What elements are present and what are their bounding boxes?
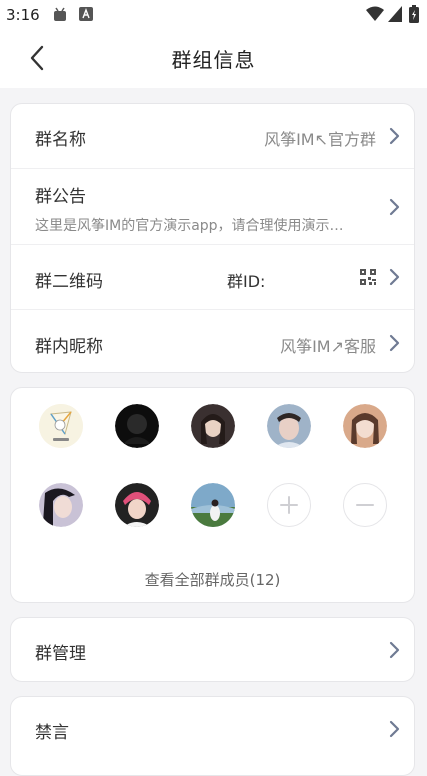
group-qrcode-label: 群二维码 (35, 272, 103, 292)
chevron-right-icon (389, 641, 400, 659)
member-avatar-3[interactable] (191, 404, 235, 448)
mute-card: 禁言 (10, 696, 415, 776)
member-avatar-1[interactable] (39, 404, 83, 448)
avatar-image (191, 404, 235, 448)
member-avatar-5[interactable] (343, 404, 387, 448)
member-avatar-7[interactable] (115, 483, 159, 527)
avatar-image (115, 483, 159, 527)
group-info-card: 群名称 风筝IM↖官方群 群公告 这里是风筝IM的官方演示app，请合理使用演示… (10, 103, 415, 373)
group-manage-label: 群管理 (35, 644, 86, 664)
wifi-icon (366, 6, 384, 21)
group-name-row[interactable]: 群名称 风筝IM↖官方群 (11, 104, 414, 168)
mute-row[interactable]: 禁言 (11, 697, 414, 760)
member-avatar-6[interactable] (39, 483, 83, 527)
kite-logo-icon (39, 404, 83, 448)
status-time: 3:16 (6, 6, 40, 24)
avatar-image (267, 404, 311, 448)
group-name-value: 风筝IM↖官方群 (264, 130, 376, 149)
app-header: 群组信息 (0, 30, 427, 88)
status-bar: 3:16 (0, 0, 427, 30)
group-name-label: 群名称 (35, 130, 86, 150)
plus-icon (280, 496, 298, 514)
group-nickname-value: 风筝IM↗客服 (280, 337, 376, 356)
cell-signal-icon (388, 6, 402, 22)
view-all-members-link[interactable]: 查看全部群成员(12) (11, 569, 414, 590)
member-avatar-8[interactable] (191, 483, 235, 527)
mute-label: 禁言 (35, 723, 69, 743)
notification-a-icon (79, 7, 93, 21)
chevron-right-icon (389, 198, 400, 216)
avatar-image (115, 404, 159, 448)
group-notice-label: 群公告 (35, 187, 86, 207)
group-id-label: 群ID: (227, 272, 266, 291)
group-notice-text: 这里是风筝IM的官方演示app，请合理使用演示… (35, 218, 344, 234)
member-avatar-4[interactable] (267, 404, 311, 448)
page-title: 群组信息 (171, 48, 256, 72)
member-avatar-2[interactable] (115, 404, 159, 448)
minus-icon (356, 504, 374, 506)
avatar-image (343, 404, 387, 448)
group-qrcode-row[interactable]: 群二维码 群ID: (11, 245, 414, 309)
chevron-right-icon (389, 268, 400, 286)
chevron-right-icon (389, 127, 400, 145)
group-nickname-row[interactable]: 群内昵称 风筝IM↗客服 (11, 310, 414, 374)
group-nickname-label: 群内昵称 (35, 337, 103, 357)
avatar-image (39, 483, 83, 527)
group-manage-card: 群管理 (10, 617, 415, 682)
remove-member-button[interactable] (343, 483, 387, 527)
group-manage-row[interactable]: 群管理 (11, 618, 414, 681)
avatar-image (191, 483, 235, 527)
qr-code-icon (360, 269, 376, 285)
group-notice-row[interactable]: 群公告 这里是风筝IM的官方演示app，请合理使用演示… (11, 169, 414, 244)
battery-icon (409, 5, 419, 23)
group-members-card: 查看全部群成员(12) (10, 387, 415, 603)
notification-app-icon (54, 7, 66, 21)
chevron-right-icon (389, 334, 400, 352)
chevron-right-icon (389, 720, 400, 738)
add-member-button[interactable] (267, 483, 311, 527)
